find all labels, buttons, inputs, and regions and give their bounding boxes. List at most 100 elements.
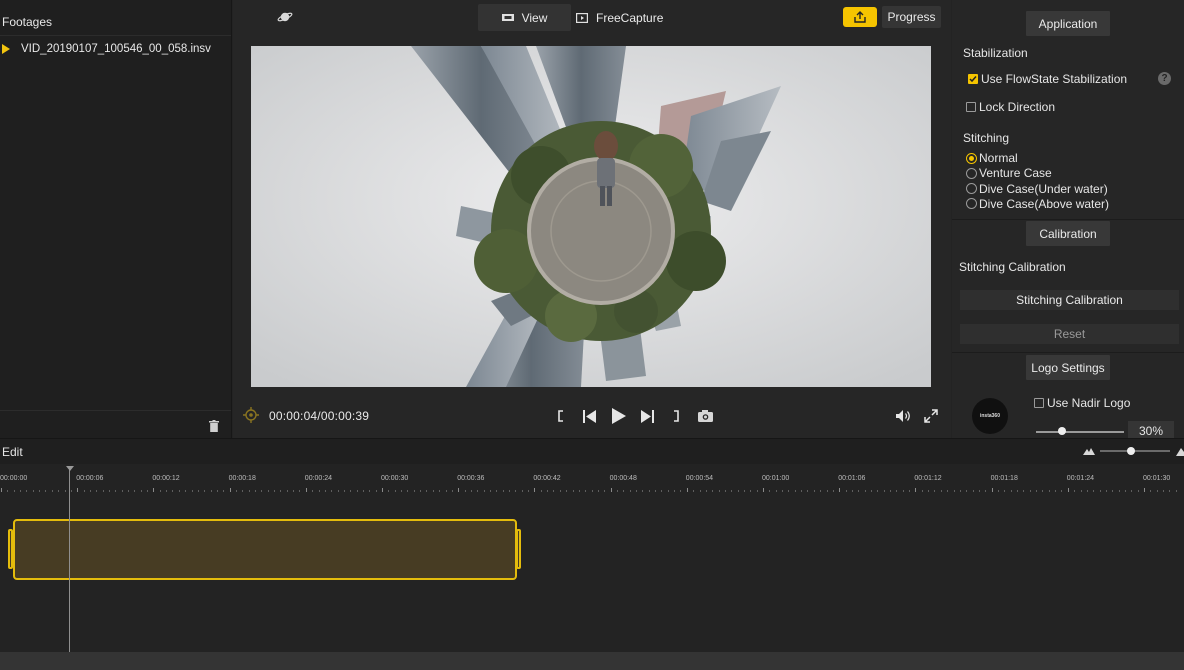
stitching-calibration-button[interactable]: Stitching Calibration [960,290,1179,310]
ruler-minor-tick [96,490,98,492]
tab-freecapture[interactable]: FreeCapture [576,4,676,31]
stitching-option[interactable]: Dive Case(Under water) [966,182,1108,196]
crosshair-icon[interactable] [243,407,259,423]
ruler-label: 00:00:36 [457,475,485,482]
play-button[interactable] [610,408,628,424]
video-clip[interactable] [13,519,517,580]
lock-direction-option[interactable]: Lock Direction [966,100,1055,114]
slider-knob[interactable] [1058,427,1066,435]
ruler-minor-tick [172,490,174,492]
playhead[interactable] [69,466,70,652]
timeline-zoom-knob[interactable] [1127,447,1135,455]
ruler-minor-tick [7,490,9,492]
footage-item[interactable]: VID_20190107_100546_00_058.insv [0,36,231,62]
flowstate-label: Use FlowState Stabilization [981,72,1128,86]
ruler-minor-tick [102,490,104,492]
ruler-minor-tick [83,490,85,492]
stitching-radio[interactable] [966,183,977,195]
nadir-logo-label: Use Nadir Logo [1047,396,1131,410]
snapshot-button[interactable] [697,408,713,424]
ruler-minor-tick [1086,490,1088,492]
video-preview[interactable] [251,46,931,387]
stitching-option[interactable]: Normal [966,151,1018,165]
ruler-minor-tick [870,490,872,492]
next-frame-button[interactable] [639,408,655,424]
stitching-option[interactable]: Dive Case(Above water) [966,197,1109,211]
ruler-minor-tick [280,490,282,492]
logo-thumbnail[interactable]: insta360 [972,398,1008,434]
clip-trim-handle-right[interactable] [516,529,521,569]
mark-out-icon [674,410,679,422]
export-button[interactable] [843,7,877,27]
timeline[interactable]: 00:00:00 00:00:06 00:00:12 00:00:18 00:00:24… [0,464,1184,652]
ruler-minor-tick [45,490,47,492]
ruler-minor-tick [185,490,187,492]
previous-frame-button[interactable] [582,408,598,424]
logo-size-slider[interactable] [1036,427,1124,435]
ruler-minor-tick [572,490,574,492]
volume-icon [895,410,910,422]
ruler-minor-tick [845,490,847,492]
ruler-minor-tick [1137,490,1139,492]
ruler-label: 00:01:12 [914,475,942,482]
ruler-minor-tick [121,490,123,492]
ruler-minor-tick [667,490,669,492]
ruler-minor-tick [1055,490,1057,492]
ruler-minor-tick [693,490,695,492]
nadir-logo-option[interactable]: Use Nadir Logo [1034,396,1130,410]
logo-settings-button[interactable]: Logo Settings [1026,355,1110,380]
timeline-zoom-slider[interactable] [1100,450,1170,452]
ruler-minor-tick [147,490,149,492]
ruler-minor-tick [134,490,136,492]
ruler-minor-tick [191,490,193,492]
zoom-in-icon[interactable] [1176,446,1184,456]
reset-button[interactable]: Reset [960,324,1179,344]
ruler-minor-tick [559,490,561,492]
footages-footer [0,410,231,438]
application-button[interactable]: Application [1026,11,1110,36]
stitching-radio[interactable] [966,167,977,179]
help-icon[interactable]: ? [1158,72,1171,85]
zoom-out-icon[interactable] [1083,447,1095,455]
lock-direction-checkbox[interactable] [966,102,976,112]
footages-panel: Footages VID_20190107_100546_00_058.insv [0,0,232,438]
play-icon [612,408,626,424]
ruler-minor-tick [26,490,28,492]
ruler-minor-tick [445,490,447,492]
ruler-minor-tick [343,490,345,492]
ruler-minor-tick [255,490,256,492]
divider [952,352,1184,353]
flowstate-checkbox[interactable] [968,74,978,84]
ruler-minor-tick [540,490,542,492]
ruler-minor-tick [1156,490,1158,492]
ruler-minor-tick [1074,490,1076,492]
ruler-minor-tick [1099,490,1101,492]
tab-view[interactable]: View [478,4,571,31]
ruler-minor-tick [1017,490,1018,492]
tab-view-label: View [521,10,548,25]
fullscreen-button[interactable] [923,408,939,424]
stabilization-heading: Stabilization [963,46,1028,60]
nadir-logo-checkbox[interactable] [1034,398,1044,408]
planet-icon[interactable] [277,10,293,24]
timeline-ruler[interactable]: 00:00:00 00:00:06 00:00:12 00:00:18 00:00:24… [0,464,1184,494]
ruler-tick [686,488,688,492]
ruler-minor-tick [159,490,161,492]
stitching-radio[interactable] [966,152,977,164]
mark-out-button[interactable] [671,408,681,424]
ruler-minor-tick [1131,490,1133,492]
calibration-button[interactable]: Calibration [1026,221,1110,246]
stitching-option[interactable]: Venture Case [966,166,1052,180]
ruler-minor-tick [1080,490,1082,492]
mark-in-button[interactable] [556,408,566,424]
volume-button[interactable] [895,408,911,424]
ruler-tick [1067,488,1069,492]
stitching-radio[interactable] [966,198,977,210]
ruler-minor-tick [1093,490,1095,492]
ruler-minor-tick [439,490,441,492]
flowstate-option[interactable]: Use FlowState Stabilization [968,72,1127,86]
progress-button[interactable]: Progress [882,6,941,28]
trash-icon[interactable] [209,420,219,432]
skip-forward-icon [641,409,654,423]
playhead-handle[interactable] [66,466,74,471]
